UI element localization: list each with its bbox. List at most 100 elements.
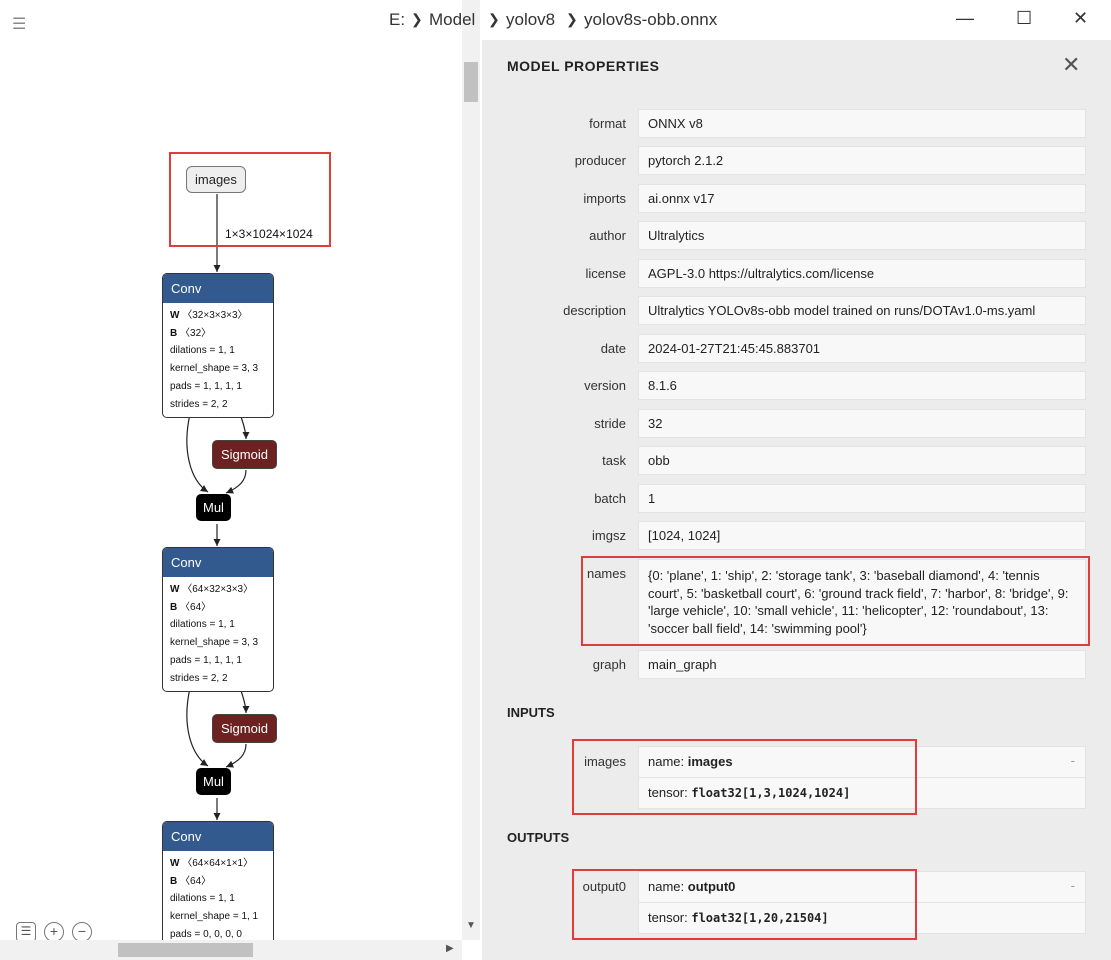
property-value-1: pytorch 2.1.2 bbox=[638, 146, 1086, 175]
input-label: images bbox=[584, 754, 626, 769]
inputs-section-title: INPUTS bbox=[507, 705, 555, 720]
property-value-3: Ultralytics bbox=[638, 221, 1086, 250]
bias-key: B bbox=[170, 601, 178, 613]
attr-pads: pads = 0, 0, 0, 0 bbox=[170, 928, 242, 940]
expand-icon[interactable]: - bbox=[1071, 878, 1075, 893]
title-bar: E: ❯ Model ❯ yolov8 ❯ yolov8s-obb.onnx —… bbox=[380, 0, 1111, 40]
property-value-13: main_graph bbox=[638, 650, 1086, 679]
bias-key: B bbox=[170, 875, 178, 887]
breadcrumb-separator-icon: ❯ bbox=[411, 11, 423, 27]
property-label-2: imports bbox=[583, 191, 626, 206]
scroll-down-arrow-icon[interactable]: ▼ bbox=[466, 920, 476, 931]
property-value-7: 8.1.6 bbox=[638, 371, 1086, 400]
output-label: output0 bbox=[582, 879, 626, 894]
bias-shape: 〈64〉 bbox=[180, 601, 212, 613]
close-window-icon[interactable]: ✕ bbox=[1073, 8, 1088, 29]
horizontal-scrollbar[interactable]: ▶ bbox=[0, 940, 462, 960]
input-name: images bbox=[687, 754, 733, 769]
zoom-out-icon[interactable]: − bbox=[72, 922, 92, 940]
mul-node-2[interactable]: Mul bbox=[196, 768, 231, 795]
breadcrumb-file[interactable]: yolov8s-obb.onnx bbox=[584, 10, 717, 30]
conv-title: Conv bbox=[163, 822, 273, 851]
attr-strides: strides = 2, 2 bbox=[170, 672, 228, 684]
graph-canvas[interactable]: ☰ images 1×3×1024×1024 Conv W 〈32×3×3×3〉 bbox=[0, 0, 462, 940]
output-tensor-type: float32[1,20,21504] bbox=[691, 911, 829, 925]
attr-pads: pads = 1, 1, 1, 1 bbox=[170, 380, 242, 392]
property-label-11: imgsz bbox=[592, 528, 626, 543]
output-tensor-key: tensor: bbox=[648, 910, 692, 925]
breadcrumb-drive[interactable]: E: bbox=[389, 10, 405, 30]
output-name-key: name: bbox=[648, 879, 688, 894]
property-label-8: stride bbox=[594, 416, 626, 431]
property-label-5: description bbox=[563, 303, 626, 318]
conv-node-3[interactable]: Conv W 〈64×64×1×1〉 B 〈64〉 dilations = 1,… bbox=[162, 821, 274, 940]
output-name: output0 bbox=[687, 879, 736, 894]
property-value-6: 2024-01-27T21:45:45.883701 bbox=[638, 334, 1086, 363]
property-label-10: batch bbox=[594, 491, 626, 506]
input-node-images[interactable]: images bbox=[186, 166, 246, 193]
horizontal-scroll-thumb[interactable] bbox=[118, 943, 253, 957]
sigmoid-node-1[interactable]: Sigmoid bbox=[212, 440, 277, 469]
mul-node-1[interactable]: Mul bbox=[196, 494, 231, 521]
attr-dilations: dilations = 1, 1 bbox=[170, 345, 235, 357]
breadcrumb-separator-icon: ❯ bbox=[488, 11, 500, 27]
list-view-icon[interactable]: ☰ bbox=[16, 922, 36, 940]
property-label-13: graph bbox=[592, 657, 626, 672]
attr-kernel-shape: kernel_shape = 3, 3 bbox=[170, 363, 259, 375]
conv-node-1[interactable]: Conv W 〈32×3×3×3〉 B 〈32〉 dilations = 1, … bbox=[162, 273, 274, 419]
property-label-7: version bbox=[584, 378, 626, 393]
breadcrumb-separator-icon: ❯ bbox=[566, 11, 578, 27]
breadcrumb-folder-model[interactable]: Model bbox=[429, 10, 475, 30]
property-value-11: [1024, 1024] bbox=[638, 521, 1086, 550]
minimize-icon[interactable]: — bbox=[956, 8, 974, 29]
bias-shape: 〈64〉 bbox=[180, 875, 212, 887]
property-label-1: producer bbox=[574, 153, 626, 168]
weight-shape: 〈64×32×3×3〉 bbox=[182, 584, 254, 595]
expand-icon[interactable]: - bbox=[1071, 753, 1075, 768]
property-value-12: {0: 'plane', 1: 'ship', 2: 'storage tank… bbox=[638, 559, 1086, 645]
property-value-4: AGPL-3.0 https://ultralytics.com/license bbox=[638, 259, 1086, 288]
scroll-right-arrow-icon[interactable]: ▶ bbox=[446, 943, 454, 954]
weight-shape: 〈32×3×3×3〉 bbox=[182, 310, 248, 321]
input-name-key: name: bbox=[648, 754, 688, 769]
output-details: name: output0 - tensor: float32[1,20,2150… bbox=[638, 871, 1086, 934]
attr-pads: pads = 1, 1, 1, 1 bbox=[170, 654, 242, 666]
weight-key: W bbox=[170, 858, 180, 869]
attr-kernel-shape: kernel_shape = 3, 3 bbox=[170, 637, 259, 649]
conv-title: Conv bbox=[163, 548, 273, 577]
zoom-in-icon[interactable]: + bbox=[44, 922, 64, 940]
property-label-6: date bbox=[600, 341, 626, 356]
property-label-12: names bbox=[586, 566, 626, 581]
panel-title: MODEL PROPERTIES bbox=[507, 58, 660, 74]
attr-dilations: dilations = 1, 1 bbox=[170, 893, 235, 905]
conv-node-2[interactable]: Conv W 〈64×32×3×3〉 B 〈64〉 dilations = 1,… bbox=[162, 547, 274, 693]
model-properties-panel: MODEL PROPERTIES ✕ format ONNX v8 producer… bbox=[482, 40, 1111, 960]
property-value-10: 1 bbox=[638, 484, 1086, 513]
weight-key: W bbox=[170, 584, 180, 595]
graph-edges bbox=[186, 194, 250, 820]
vertical-scrollbar[interactable]: ▼ bbox=[462, 0, 480, 940]
input-tensor-type: float32[1,3,1024,1024] bbox=[691, 786, 851, 800]
conv-title: Conv bbox=[163, 274, 273, 303]
attr-dilations: dilations = 1, 1 bbox=[170, 619, 235, 631]
property-label-4: license bbox=[585, 266, 626, 281]
attr-strides: strides = 2, 2 bbox=[170, 398, 228, 410]
property-value-5: Ultralytics YOLOv8s-obb model trained on… bbox=[638, 296, 1086, 325]
property-label-3: author bbox=[589, 228, 626, 243]
breadcrumb-folder-yolov8[interactable]: yolov8 bbox=[506, 10, 555, 30]
input-details: name: images - tensor: float32[1,3,1024,1… bbox=[638, 746, 1086, 809]
maximize-icon[interactable]: ☐ bbox=[1016, 8, 1032, 29]
input-tensor-key: tensor: bbox=[648, 785, 692, 800]
property-value-8: 32 bbox=[638, 409, 1086, 438]
attr-kernel-shape: kernel_shape = 1, 1 bbox=[170, 911, 259, 923]
vertical-scroll-thumb[interactable] bbox=[464, 62, 478, 102]
sigmoid-node-2[interactable]: Sigmoid bbox=[212, 714, 277, 743]
property-value-2: ai.onnx v17 bbox=[638, 184, 1086, 213]
weight-shape: 〈64×64×1×1〉 bbox=[182, 858, 254, 869]
bias-key: B bbox=[170, 327, 178, 339]
property-value-9: obb bbox=[638, 446, 1086, 475]
input-edge-label: 1×3×1024×1024 bbox=[225, 227, 313, 241]
close-panel-icon[interactable]: ✕ bbox=[1062, 52, 1080, 78]
weight-key: W bbox=[170, 310, 180, 321]
zoom-toolbar: ☰ + − bbox=[16, 922, 92, 940]
